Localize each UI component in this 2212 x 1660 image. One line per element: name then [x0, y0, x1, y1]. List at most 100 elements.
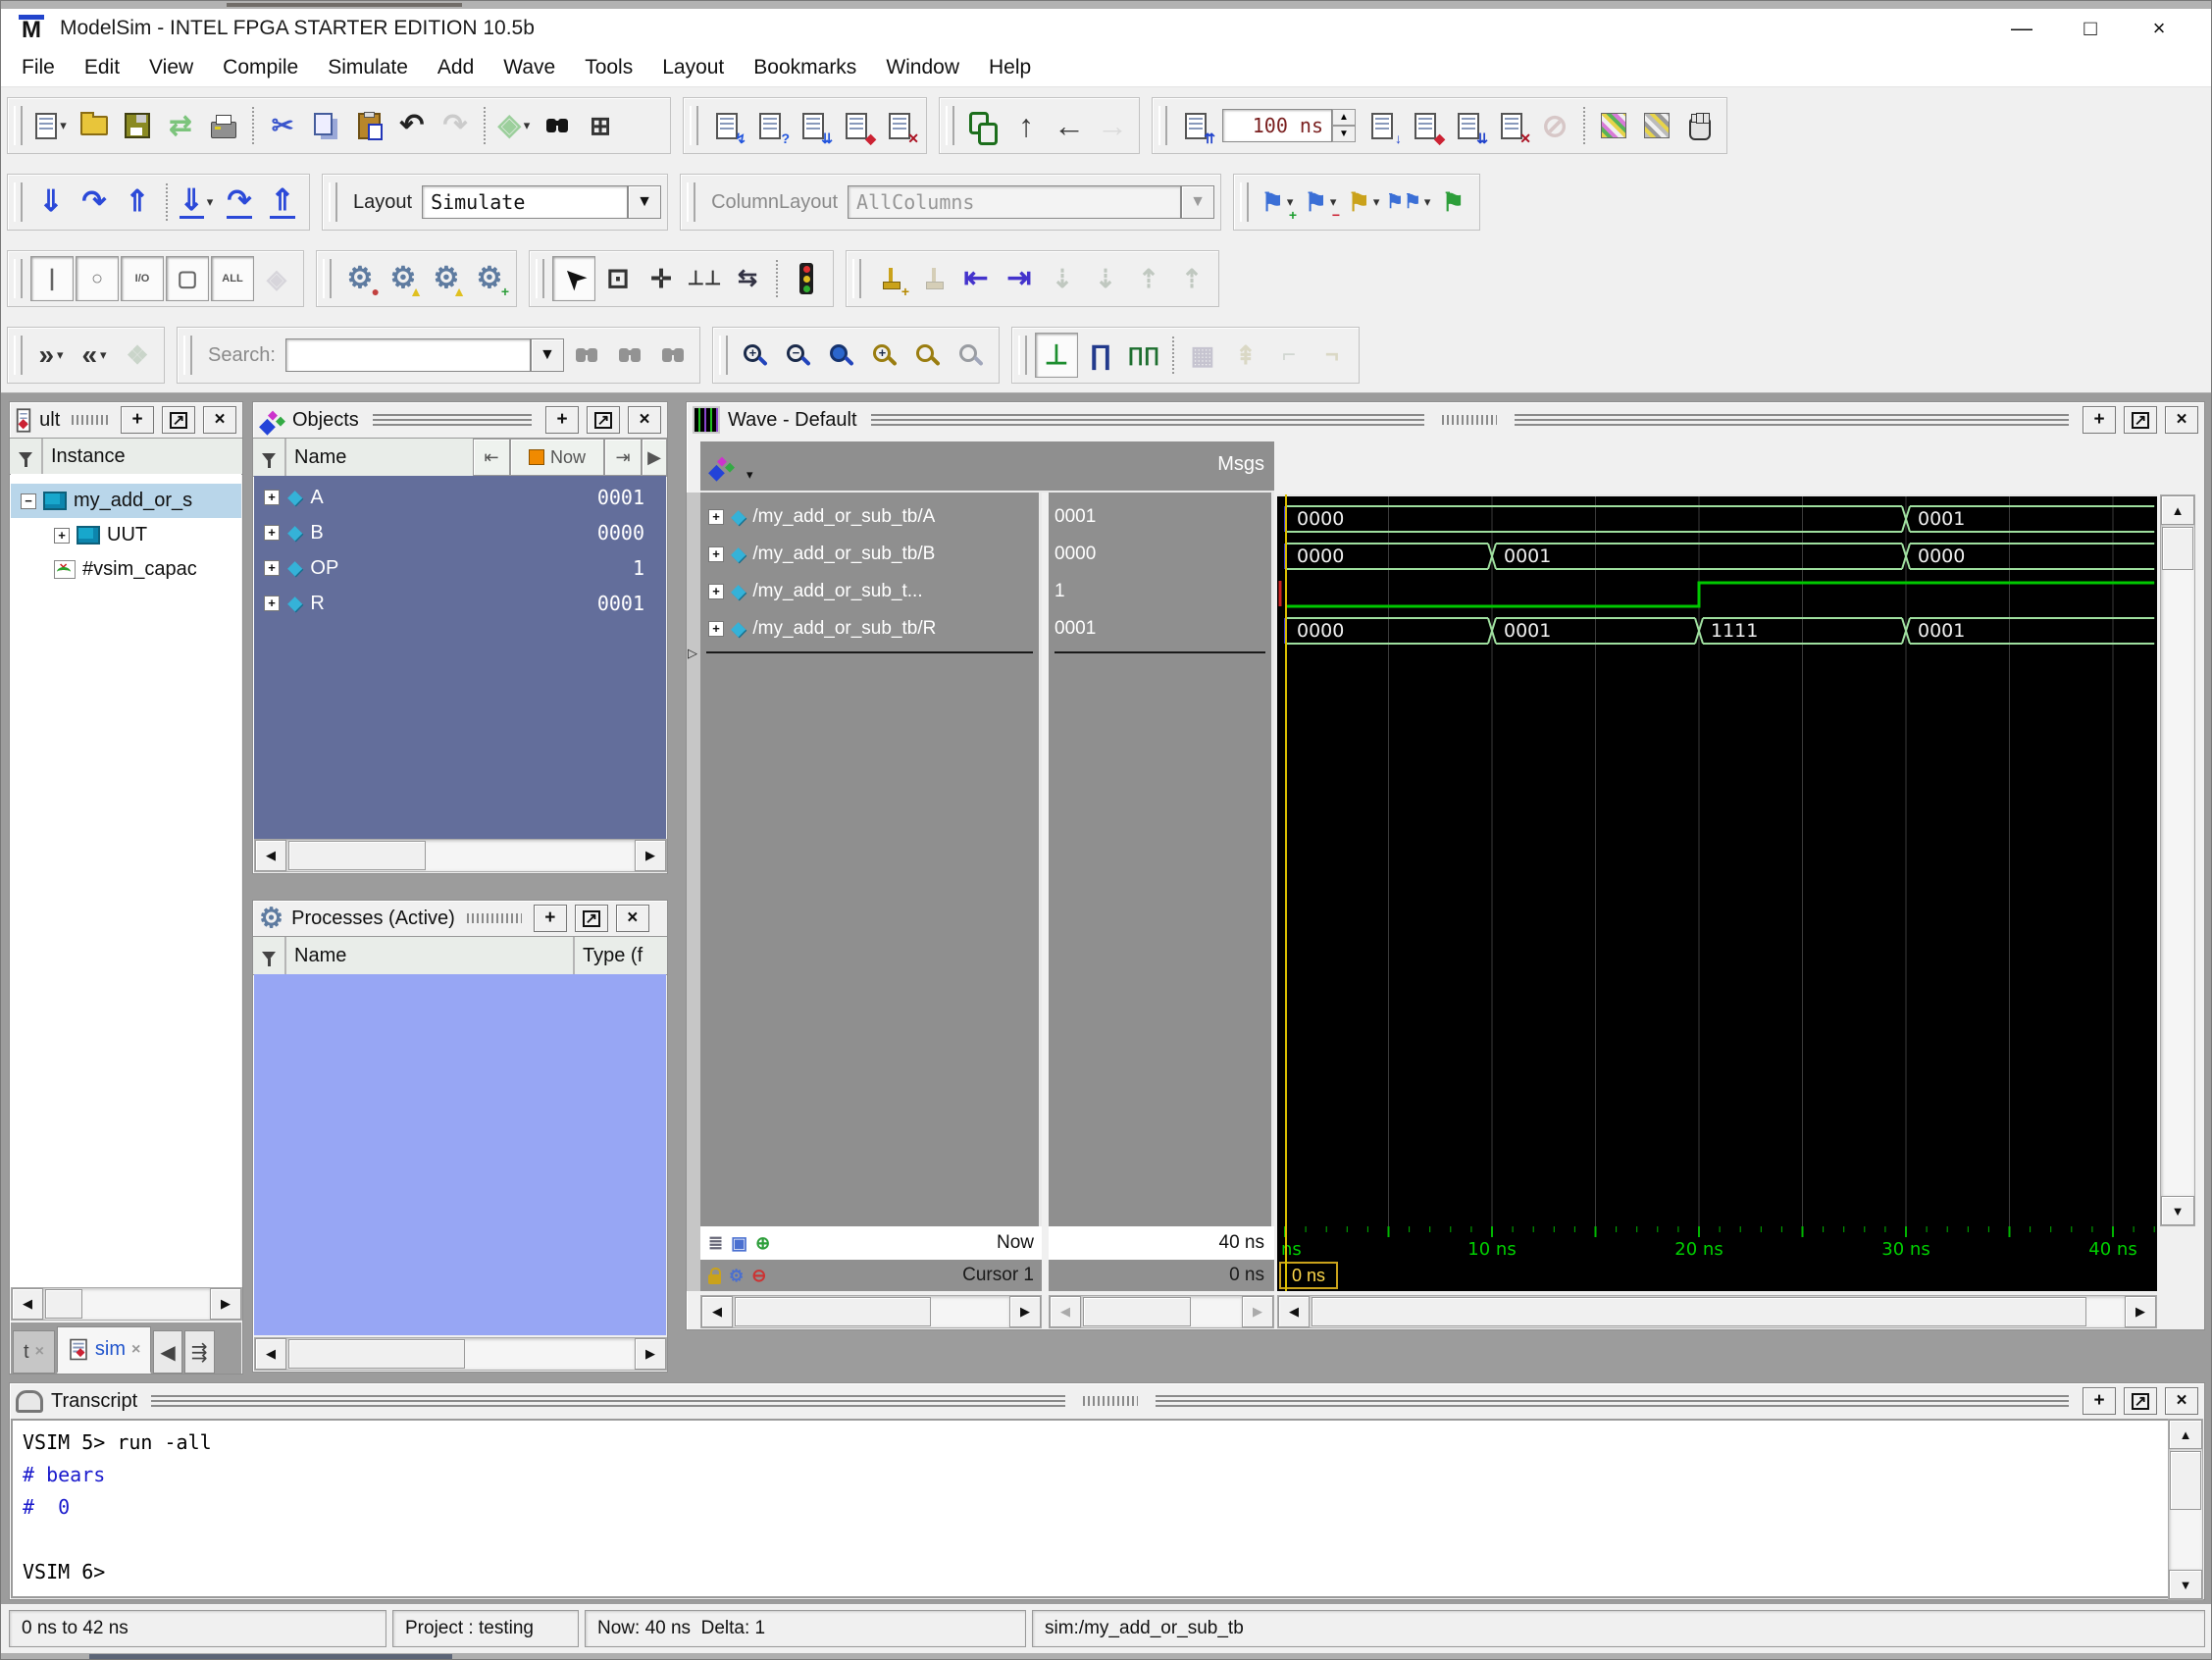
delete-cursor-icon[interactable]: ⊖ — [751, 1267, 766, 1284]
spin-up-icon[interactable]: ▲ — [1332, 109, 1356, 126]
zoom-between-cursors-button[interactable] — [908, 334, 950, 377]
name-column-header[interactable]: Name — [286, 937, 575, 974]
menu-tools[interactable]: Tools — [570, 56, 647, 79]
add-circle-icon[interactable]: ⊕ — [755, 1234, 770, 1252]
tab-scroll-right-button[interactable]: ⇶ — [184, 1330, 215, 1374]
layout-select[interactable]: Simulate▼ — [422, 184, 661, 220]
memory-profile-button[interactable] — [1636, 104, 1677, 147]
contract-pointer-button[interactable]: «▾ — [74, 334, 115, 377]
cursor-time-box[interactable]: 0 ns — [1279, 1262, 1338, 1289]
wave-names-hscrollbar[interactable]: ◀ ▶ — [700, 1295, 1042, 1328]
undock-panel-button[interactable]: ↗ — [575, 905, 608, 932]
expand-all-time-button[interactable]: ▦ — [1182, 334, 1223, 377]
transcript-console[interactable]: VSIM 5> run -all# bears# 0 VSIM 6> — [11, 1419, 2203, 1598]
panel-grip[interactable] — [467, 913, 522, 923]
zoom-range-button[interactable] — [952, 334, 993, 377]
toolbar-grip[interactable] — [14, 259, 23, 298]
print-button[interactable] — [203, 104, 244, 147]
toolbar-grip[interactable] — [719, 336, 728, 375]
panel-grip[interactable] — [373, 414, 532, 426]
undo-button[interactable]: ↶ — [391, 104, 433, 147]
add-bookmark-button[interactable]: ⚑+▾ — [1257, 181, 1298, 224]
add-panel-button[interactable]: + — [545, 406, 579, 434]
object-row-r[interactable]: +◆R0001 — [254, 586, 666, 621]
apply-filter-button[interactable]: ◈ — [256, 257, 297, 300]
step-into-button[interactable]: ⇓ — [30, 181, 72, 224]
panel-grip[interactable] — [1156, 1395, 2069, 1407]
toolbar-grip[interactable] — [1240, 182, 1249, 222]
chevron-down-icon[interactable]: ▾ — [57, 347, 64, 363]
close-panel-button[interactable]: × — [203, 406, 236, 434]
wave-vscrollbar[interactable]: ▲ ▼ — [2160, 494, 2195, 1226]
toolbar-grip[interactable] — [1158, 106, 1167, 145]
zoom-out-button[interactable]: − — [779, 334, 820, 377]
chevron-down-icon[interactable]: ▾ — [60, 118, 67, 133]
goto-first-icon[interactable]: ⇤ — [473, 439, 510, 476]
step-into-instance-button[interactable]: ⇓▾ — [176, 181, 217, 224]
wave-signal-row-2[interactable]: +◆/my_add_or_sub_t... — [700, 573, 1039, 610]
paste-button[interactable] — [348, 104, 389, 147]
compile-button[interactable]: ◈▾ — [493, 104, 535, 147]
expanded-time-off-button[interactable]: ⊥ — [1035, 333, 1078, 378]
header-overflow-icon[interactable]: ▶ — [642, 439, 667, 476]
wave-signal-value-1[interactable]: 0000 — [1049, 536, 1271, 573]
close-panel-button[interactable]: × — [2165, 1387, 2198, 1415]
break-button[interactable]: ✕ — [1491, 104, 1532, 147]
undock-panel-button[interactable]: ↗ — [587, 406, 620, 434]
sim-dataset-button[interactable]: ◆ — [836, 104, 877, 147]
menu-edit[interactable]: Edit — [70, 56, 134, 79]
window-icon[interactable]: ▣ — [731, 1234, 747, 1252]
reload-bookmarks-button[interactable]: ⚑ — [1432, 181, 1473, 224]
previous-rising-edge-button[interactable]: ⇡ — [1128, 257, 1169, 300]
step-out-button[interactable]: ⇑ — [117, 181, 158, 224]
toolbar-grip[interactable] — [329, 182, 337, 222]
end-simulation-button[interactable]: ✕ — [879, 104, 920, 147]
filter-output-ports-button[interactable]: ○ — [76, 256, 119, 301]
close-panel-button[interactable]: × — [628, 406, 661, 434]
toolbar-grip[interactable] — [14, 182, 23, 222]
add-panel-button[interactable]: + — [121, 406, 154, 434]
columnlayout-select[interactable]: AllColumns▼ — [848, 184, 1214, 220]
close-button[interactable]: × — [2125, 9, 2193, 48]
edit-bookmark-button[interactable]: ⚑▾ — [1343, 181, 1384, 224]
chevron-down-icon[interactable]: ▾ — [1424, 194, 1431, 210]
edit-mode-button[interactable]: ⊥⊥ — [684, 257, 725, 300]
previous-transition-button[interactable]: ⇤ — [955, 257, 997, 300]
toolbar-grip[interactable] — [1018, 336, 1027, 375]
toolbar-grip[interactable] — [536, 259, 544, 298]
expand-icon[interactable]: + — [54, 528, 70, 544]
tree-item-uut[interactable]: +UUT — [11, 518, 241, 552]
previous-falling-edge-button[interactable]: ⇣ — [1042, 257, 1083, 300]
toolbar-grip[interactable] — [14, 336, 23, 375]
toolbar-grip[interactable] — [690, 106, 698, 145]
run-length-input[interactable]: 100 ns▲▼ — [1222, 109, 1356, 142]
now-header-button[interactable]: Now — [510, 439, 604, 476]
forward-button[interactable]: → — [1092, 104, 1133, 147]
virtual-mode-button[interactable]: ⇆ — [727, 257, 768, 300]
chevron-down-icon[interactable]: ▾ — [207, 194, 214, 210]
show-hierarchy-button[interactable]: ⚙+ — [469, 257, 510, 300]
columnlayout-select-field[interactable]: AllColumns — [848, 185, 1181, 219]
toolbar-grip[interactable] — [687, 182, 695, 222]
tab-sim[interactable]: ◆sim× — [57, 1326, 151, 1374]
undock-panel-button[interactable]: ↗ — [2124, 406, 2157, 434]
find-previous-button[interactable] — [609, 334, 650, 377]
open-file-button[interactable] — [74, 104, 115, 147]
wave-canvas-hscrollbar[interactable]: ◀ ▶ — [1277, 1295, 2157, 1328]
hand-pan-button[interactable] — [1679, 104, 1721, 147]
filter-icon[interactable] — [253, 937, 286, 974]
show-in-region-button[interactable]: ⚙▲ — [426, 257, 467, 300]
panel-grip[interactable] — [72, 415, 109, 425]
wrench-icon[interactable]: ⚙ — [729, 1268, 744, 1284]
expand-icon[interactable]: + — [708, 584, 724, 599]
toolbar-grip[interactable] — [946, 106, 954, 145]
minimize-button[interactable]: — — [1987, 9, 2056, 48]
wave-signal-row-0[interactable]: +◆/my_add_or_sub_tb/A — [700, 498, 1039, 536]
expand-icon[interactable]: + — [264, 525, 280, 541]
run-continue-button[interactable]: ◆ — [1405, 104, 1446, 147]
chevron-down-icon[interactable]: ▼ — [628, 185, 661, 219]
wave-signal-row-1[interactable]: +◆/my_add_or_sub_tb/B — [700, 536, 1039, 573]
copy-button[interactable] — [305, 104, 346, 147]
menu-add[interactable]: Add — [423, 56, 489, 79]
expanded-time-deltas-button[interactable]: ∏ — [1080, 334, 1121, 377]
